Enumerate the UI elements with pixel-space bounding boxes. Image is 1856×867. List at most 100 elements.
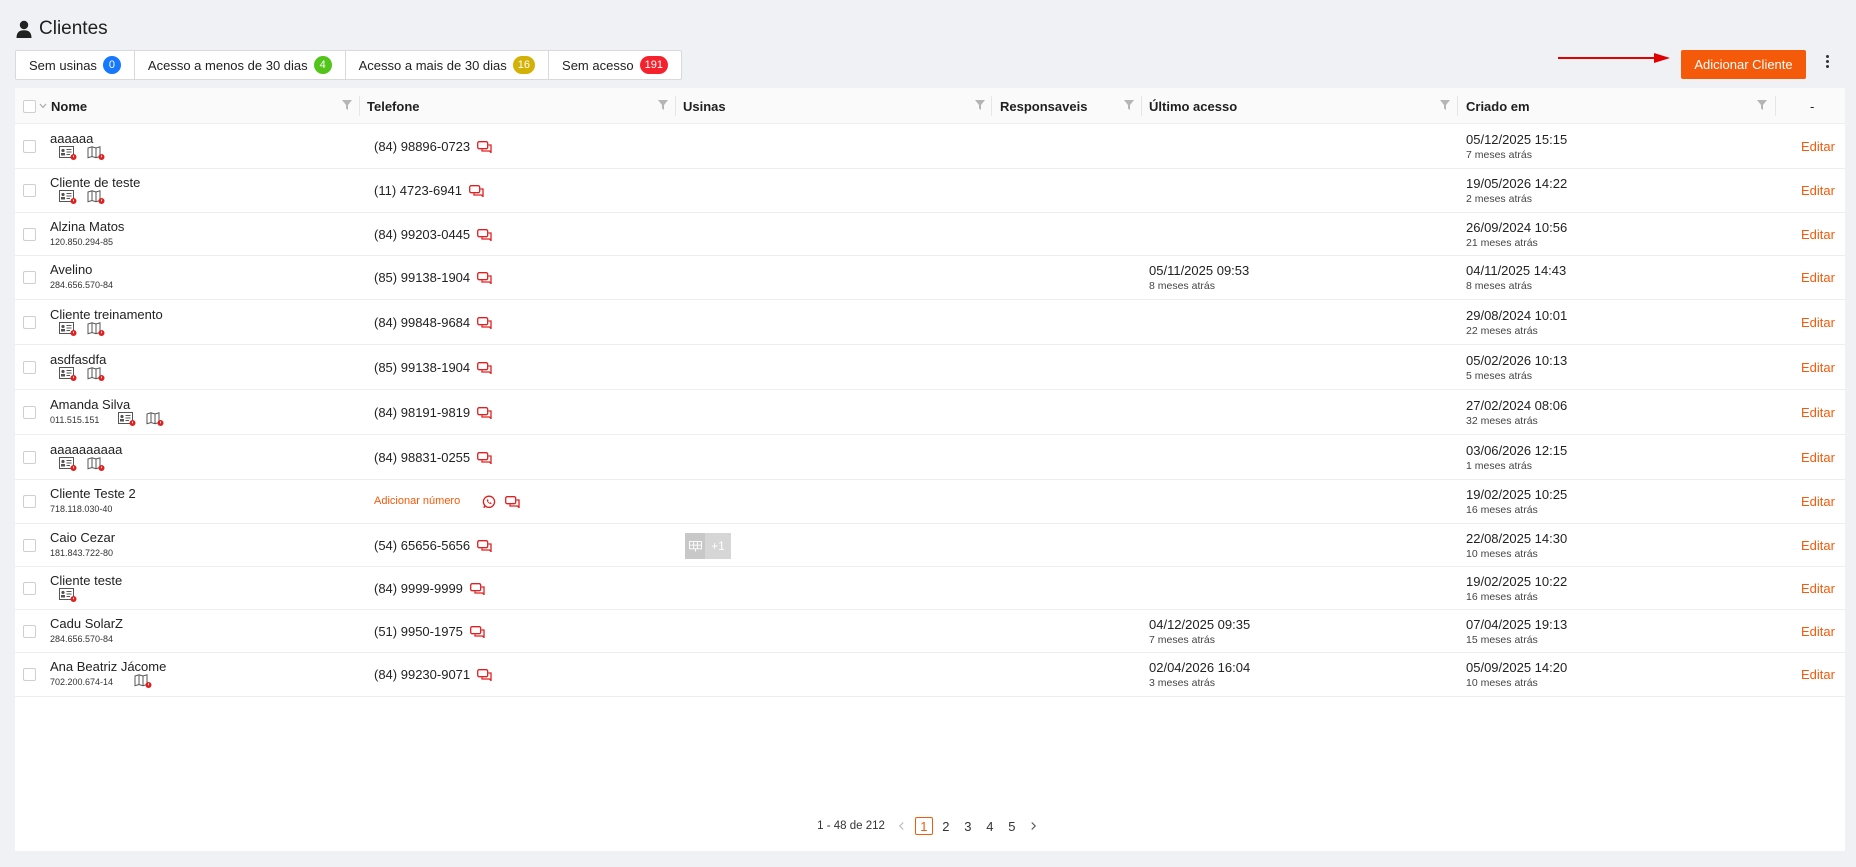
id-card-icon[interactable] — [59, 588, 77, 602]
table-row[interactable]: Avelino 284.656.570-84 (85) 99138-1904 05/1… — [15, 256, 1845, 300]
page-button[interactable]: 3 — [959, 817, 977, 835]
phone-number[interactable]: (84) 99203-0445 — [374, 227, 470, 242]
edit-link[interactable]: Editar — [1801, 624, 1835, 639]
page-button[interactable]: 4 — [981, 817, 999, 835]
client-name[interactable]: Cliente treinamento — [50, 307, 163, 322]
phone-number[interactable]: (54) 65656-5656 — [374, 538, 470, 553]
client-name[interactable]: Amanda Silva — [50, 397, 130, 412]
table-row[interactable]: aaaaaaaaaa (84) 98831-0255 03/06/2026 12:1… — [15, 435, 1845, 480]
prev-page-icon[interactable] — [893, 817, 911, 835]
table-row[interactable]: Cliente Teste 2 718.118.030-40 Adicionar n… — [15, 480, 1845, 524]
chat-icon[interactable] — [477, 406, 493, 419]
more-options-icon[interactable] — [1820, 55, 1834, 75]
row-checkbox[interactable] — [23, 271, 36, 284]
id-card-icon[interactable] — [118, 412, 136, 426]
map-icon[interactable] — [87, 457, 105, 471]
phone-number[interactable]: (51) 9950-1975 — [374, 624, 463, 639]
filter-tab[interactable]: Acesso a mais de 30 dias 16 — [346, 51, 550, 79]
page-button[interactable]: 2 — [937, 817, 955, 835]
add-client-button[interactable]: Adicionar Cliente — [1681, 50, 1806, 79]
map-icon[interactable] — [134, 674, 152, 688]
filter-tab[interactable]: Acesso a menos de 30 dias 4 — [135, 51, 346, 79]
chat-icon[interactable] — [505, 496, 521, 508]
map-icon[interactable] — [87, 322, 105, 336]
table-row[interactable]: Cliente de teste (11) 4723-6941 19/05/2026… — [15, 169, 1845, 213]
map-icon[interactable] — [87, 146, 105, 160]
id-card-icon[interactable] — [59, 146, 77, 160]
phone-number[interactable]: (84) 99848-9684 — [374, 315, 470, 330]
client-name[interactable]: Cliente Teste 2 — [50, 486, 136, 501]
page-button[interactable]: 1 — [914, 817, 933, 835]
client-name[interactable]: Ana Beatriz Jácome — [50, 659, 166, 674]
page-button[interactable]: 5 — [1003, 817, 1021, 835]
chat-icon[interactable] — [477, 361, 493, 374]
client-name[interactable]: Avelino — [50, 262, 92, 277]
table-row[interactable]: aaaaaa (84) 98896-0723 05/12/2025 15:15 7 m… — [15, 124, 1845, 169]
id-card-icon[interactable] — [59, 457, 77, 471]
chat-icon[interactable] — [468, 184, 485, 197]
edit-link[interactable]: Editar — [1801, 183, 1835, 198]
id-card-icon[interactable] — [59, 190, 77, 204]
column-header-usinas[interactable]: Usinas — [683, 88, 983, 124]
row-checkbox[interactable] — [23, 228, 36, 241]
edit-link[interactable]: Editar — [1801, 450, 1835, 465]
edit-link[interactable]: Editar — [1801, 581, 1835, 596]
column-header-responsaveis[interactable]: Responsaveis — [1000, 88, 1140, 124]
whatsapp-icon[interactable] — [482, 495, 496, 509]
edit-link[interactable]: Editar — [1801, 139, 1835, 154]
edit-link[interactable]: Editar — [1801, 227, 1835, 242]
table-row[interactable]: Amanda Silva 011.515.151 (84) 98191-9819 27… — [15, 390, 1845, 435]
client-name[interactable]: asdfasdfa — [50, 352, 106, 367]
row-checkbox[interactable] — [23, 361, 36, 374]
filter-icon[interactable] — [1124, 100, 1134, 110]
usinas-chip[interactable]: +1 — [685, 533, 731, 559]
client-name[interactable]: aaaaaa — [50, 131, 93, 146]
filter-icon[interactable] — [1757, 100, 1767, 110]
edit-link[interactable]: Editar — [1801, 270, 1835, 285]
phone-number[interactable]: (11) 4723-6941 — [374, 183, 462, 198]
row-checkbox[interactable] — [23, 184, 36, 197]
edit-link[interactable]: Editar — [1801, 667, 1835, 682]
column-header-name[interactable]: Nome — [51, 88, 371, 124]
phone-number[interactable]: (84) 98191-9819 — [374, 405, 470, 420]
filter-tab[interactable]: Sem usinas 0 — [16, 51, 135, 79]
row-checkbox[interactable] — [23, 582, 36, 595]
table-row[interactable]: Alzina Matos 120.850.294-85 (84) 99203-044… — [15, 213, 1845, 256]
table-row[interactable]: Cadu SolarZ 284.656.570-84 (51) 9950-1975 0… — [15, 610, 1845, 653]
next-page-icon[interactable] — [1025, 817, 1043, 835]
phone-number[interactable]: (84) 98831-0255 — [374, 450, 470, 465]
table-row[interactable]: asdfasdfa (85) 99138-1904 05/02/2026 10:13… — [15, 345, 1845, 390]
row-checkbox[interactable] — [23, 495, 36, 508]
row-checkbox[interactable] — [23, 625, 36, 638]
client-name[interactable]: aaaaaaaaaa — [50, 442, 122, 457]
row-checkbox[interactable] — [23, 539, 36, 552]
chat-icon[interactable] — [477, 140, 493, 153]
chat-icon[interactable] — [469, 582, 486, 595]
chat-icon[interactable] — [469, 625, 486, 638]
row-checkbox[interactable] — [23, 316, 36, 329]
filter-icon[interactable] — [658, 100, 668, 110]
table-row[interactable]: Caio Cezar 181.843.722-80 (54) 65656-5656 +… — [15, 524, 1845, 567]
client-name[interactable]: Alzina Matos — [50, 219, 124, 234]
column-header-phone[interactable]: Telefone — [367, 88, 667, 124]
chat-icon[interactable] — [477, 228, 493, 241]
select-all-checkbox[interactable] — [23, 100, 36, 113]
row-checkbox[interactable] — [23, 140, 36, 153]
filter-tab[interactable]: Sem acesso 191 — [549, 51, 681, 79]
row-checkbox[interactable] — [23, 406, 36, 419]
add-number-link[interactable]: Adicionar número — [374, 495, 460, 507]
edit-link[interactable]: Editar — [1801, 360, 1835, 375]
map-icon[interactable] — [87, 190, 105, 204]
id-card-icon[interactable] — [59, 367, 77, 381]
client-name[interactable]: Cadu SolarZ — [50, 616, 123, 631]
id-card-icon[interactable] — [59, 322, 77, 336]
client-name[interactable]: Cliente de teste — [50, 175, 140, 190]
table-row[interactable]: Cliente treinamento (84) 99848-9684 29/08/… — [15, 300, 1845, 345]
map-icon[interactable] — [87, 367, 105, 381]
row-checkbox[interactable] — [23, 451, 36, 464]
filter-icon[interactable] — [342, 100, 352, 110]
chat-icon[interactable] — [477, 316, 493, 329]
filter-icon[interactable] — [1440, 100, 1450, 110]
client-name[interactable]: Caio Cezar — [50, 530, 115, 545]
chat-icon[interactable] — [477, 539, 493, 552]
